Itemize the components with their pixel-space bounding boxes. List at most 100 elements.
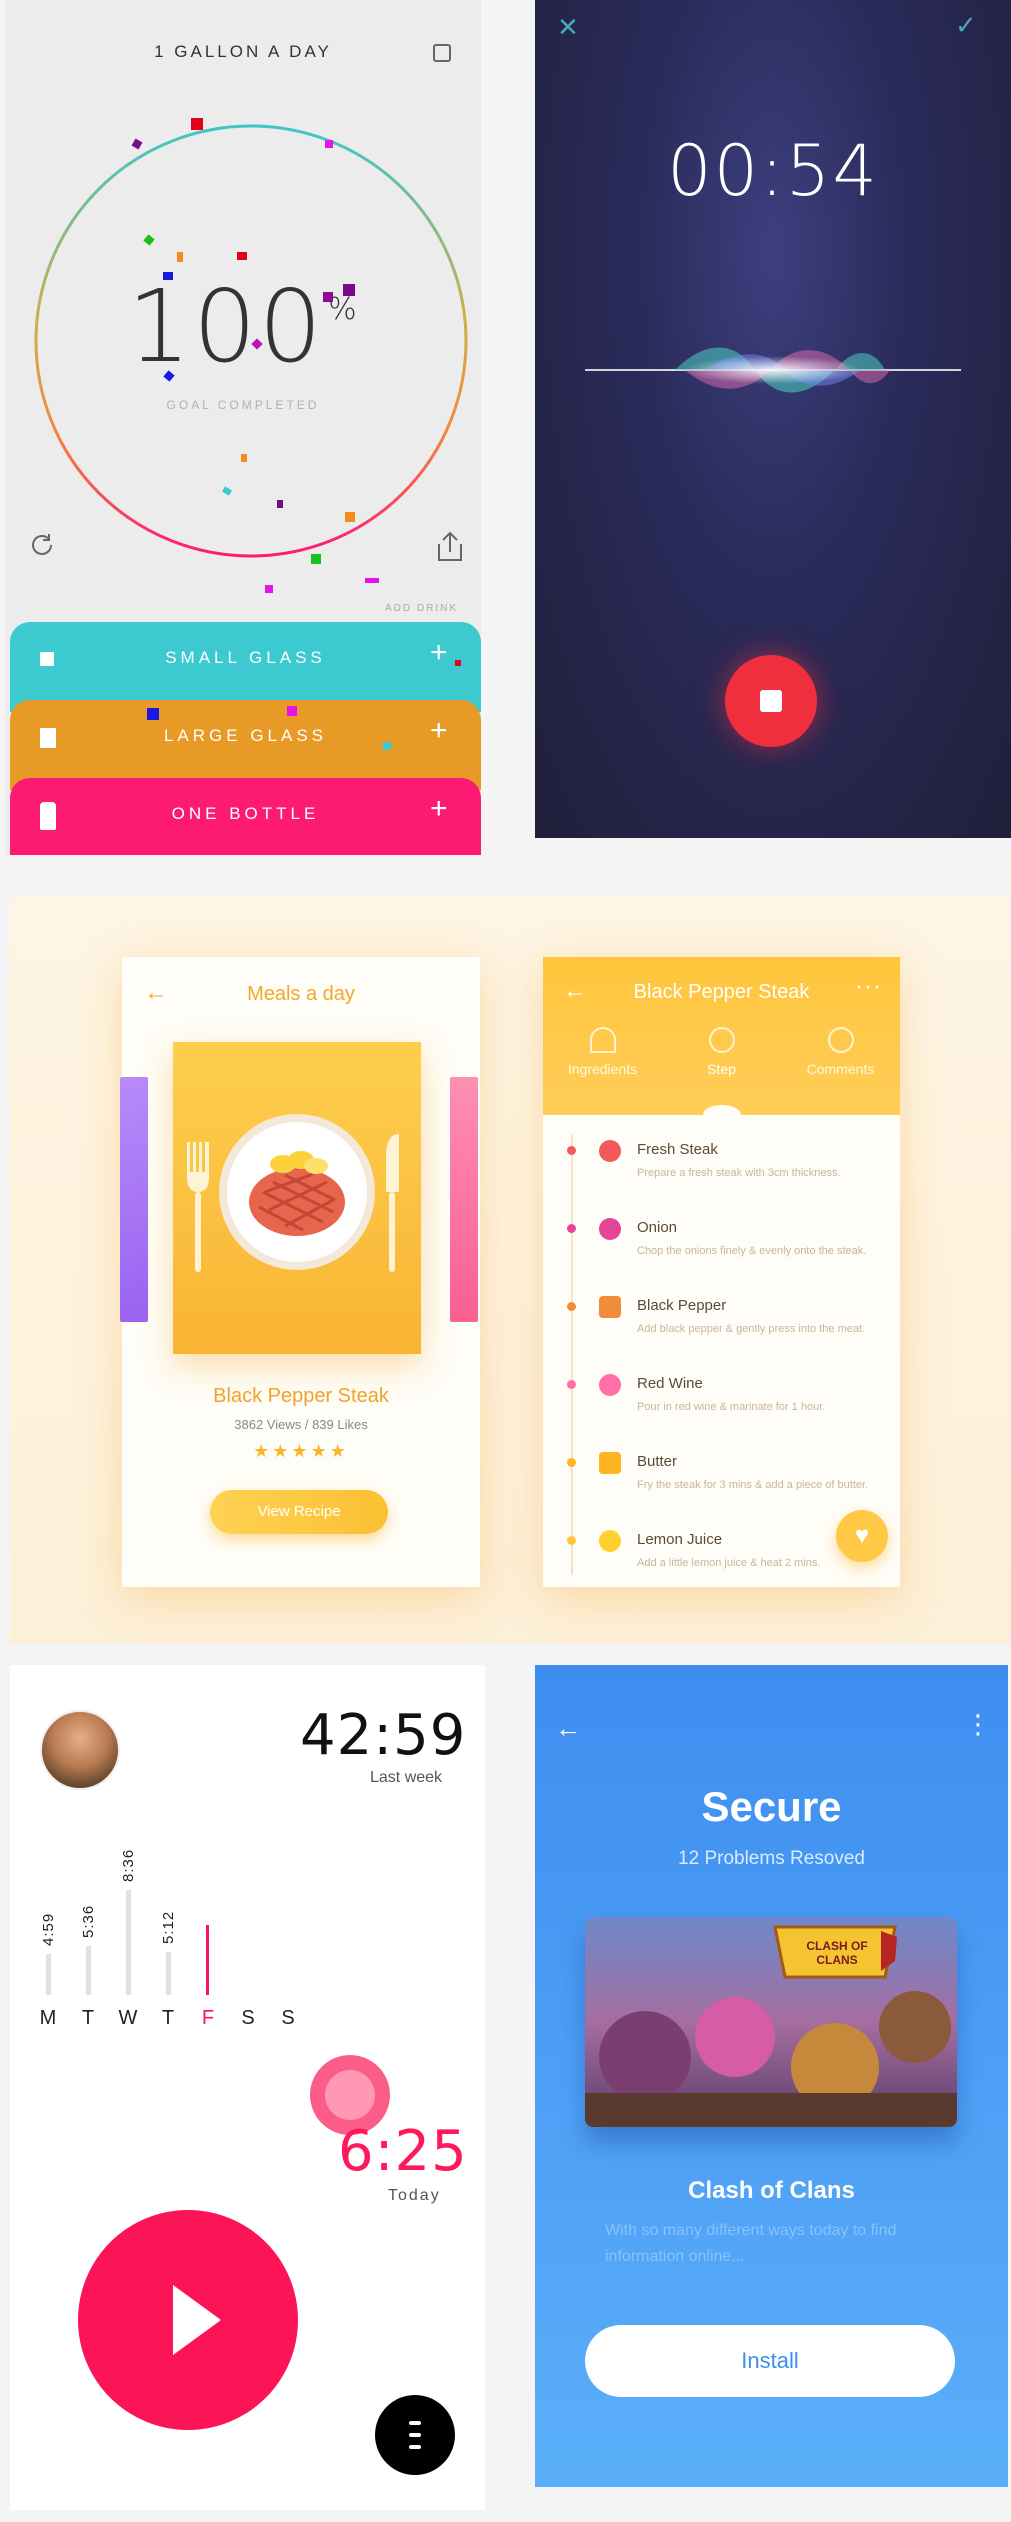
step-description: Fry the steak for 3 mins & add a piece o… bbox=[637, 1479, 869, 1491]
drink-one-bottle[interactable]: ONE BOTTLE + bbox=[10, 778, 481, 855]
confetti bbox=[383, 742, 391, 750]
day-bar-value: 5:36 bbox=[80, 1904, 97, 1938]
dish-name: Black Pepper Steak bbox=[213, 1385, 389, 1407]
play-button[interactable] bbox=[78, 2210, 298, 2430]
add-large-glass-button[interactable]: + bbox=[430, 714, 448, 748]
confetti bbox=[237, 252, 247, 260]
day-label[interactable]: S bbox=[273, 2007, 303, 2030]
recipe-detail-card: ← Black Pepper Steak ··· Ingredients Ste… bbox=[543, 957, 900, 1587]
confetti bbox=[277, 500, 283, 508]
recording-timer: 00:54 bbox=[667, 130, 879, 212]
onion-icon bbox=[599, 1218, 621, 1240]
steak-icon bbox=[599, 1140, 621, 1162]
knob-inner bbox=[325, 2070, 375, 2120]
confetti bbox=[163, 272, 173, 280]
secure-app-screen: ← ⋮ Secure 12 Problems Resoved CLASH OF … bbox=[535, 1665, 1008, 2487]
timeline-dot bbox=[567, 1224, 576, 1233]
wine-icon bbox=[599, 1374, 621, 1396]
day-bar-value: 8:36 bbox=[120, 1848, 137, 1882]
timeline-dot bbox=[567, 1458, 576, 1467]
confetti bbox=[325, 140, 333, 148]
add-small-glass-button[interactable]: + bbox=[430, 636, 448, 670]
stop-icon bbox=[760, 690, 782, 712]
favorite-heart-button[interactable]: ♥ bbox=[836, 1510, 888, 1562]
step-item[interactable]: Butter Fry the steak for 3 mins & add a … bbox=[543, 1447, 900, 1525]
step-item[interactable]: Fresh Steak Prepare a fresh steak with 3… bbox=[543, 1135, 900, 1213]
menu-button[interactable] bbox=[375, 2395, 455, 2475]
day-label[interactable]: W bbox=[113, 2007, 143, 2030]
more-options-icon[interactable]: ··· bbox=[855, 973, 882, 1001]
step-item[interactable]: Black Pepper Add black pepper & gently p… bbox=[543, 1291, 900, 1369]
day-bar[interactable] bbox=[46, 1954, 51, 1995]
rating-stars: ★★★★★ bbox=[253, 1441, 349, 1461]
day-label[interactable]: T bbox=[153, 2007, 183, 2030]
activity-tracker-screen: 42:59 Last week 4:59 M 5:36 T 8:36 W 5:12 T F S S … bbox=[10, 1665, 485, 2510]
step-description: Add a little lemon juice & heat 2 mins. bbox=[637, 1557, 821, 1569]
tab-comments[interactable]: Comments bbox=[781, 1027, 900, 1077]
confetti bbox=[311, 554, 321, 564]
screen-title: Secure bbox=[701, 1783, 842, 1830]
more-options-icon[interactable]: ⋮ bbox=[965, 1709, 991, 1740]
problems-status: 12 Problems Resoved bbox=[678, 1848, 865, 1869]
close-icon[interactable]: ✕ bbox=[557, 12, 579, 43]
game-banner-image[interactable]: CLASH OF CLANS bbox=[585, 1917, 957, 2127]
confirm-icon[interactable]: ✓ bbox=[955, 10, 977, 41]
water-tracker-screen: 1 GALLON A DAY 100% GOAL COMPLETED ADD D… bbox=[5, 0, 481, 855]
timeline-dot bbox=[567, 1146, 576, 1155]
today-value: 6:25 bbox=[338, 2119, 468, 2184]
prev-card-peek[interactable] bbox=[120, 1077, 148, 1322]
menu-icon bbox=[409, 2445, 421, 2449]
day-label[interactable]: F bbox=[193, 2007, 223, 2030]
back-arrow-icon[interactable]: ← bbox=[555, 1713, 581, 1744]
confetti bbox=[147, 708, 159, 720]
step-item[interactable]: Onion Chop the onions finely & evenly on… bbox=[543, 1213, 900, 1291]
goal-label: GOAL COMPLETED bbox=[166, 398, 320, 412]
butter-icon bbox=[599, 1452, 621, 1474]
step-description: Add black pepper & gently press into the… bbox=[637, 1323, 866, 1335]
day-bar[interactable] bbox=[86, 1946, 91, 1995]
settings-square-icon[interactable] bbox=[433, 44, 451, 62]
confetti bbox=[365, 578, 379, 583]
confetti bbox=[241, 454, 247, 462]
drink-label: SMALL GLASS bbox=[165, 648, 326, 667]
menu-icon bbox=[409, 2421, 421, 2425]
lemon-icon bbox=[599, 1530, 621, 1552]
drink-small-glass[interactable]: SMALL GLASS + bbox=[10, 622, 481, 712]
clock-icon bbox=[708, 1027, 735, 1053]
confetti bbox=[191, 118, 203, 130]
step-name: Onion bbox=[637, 1219, 678, 1236]
install-button[interactable]: Install bbox=[585, 2325, 955, 2397]
step-description: Prepare a fresh steak with 3cm thickness… bbox=[637, 1167, 841, 1179]
meals-title: Meals a day bbox=[247, 983, 355, 1005]
drink-large-glass[interactable]: LARGE GLASS + bbox=[10, 700, 481, 790]
step-item[interactable]: Red Wine Pour in red wine & marinate for… bbox=[543, 1369, 900, 1447]
drink-label: ONE BOTTLE bbox=[171, 804, 320, 823]
timeline-dot bbox=[567, 1380, 576, 1389]
share-icon[interactable] bbox=[435, 530, 465, 564]
pepper-icon bbox=[599, 1296, 621, 1318]
comment-icon bbox=[827, 1027, 854, 1053]
play-icon bbox=[173, 2285, 221, 2355]
stop-recording-button[interactable] bbox=[725, 655, 817, 747]
confetti bbox=[287, 706, 297, 716]
app-description: With so many different ways today to fin… bbox=[605, 2222, 897, 2265]
day-label[interactable]: S bbox=[233, 2007, 263, 2030]
day-bar[interactable] bbox=[166, 1951, 171, 1995]
view-recipe-button[interactable]: View Recipe bbox=[210, 1490, 388, 1534]
app-name: Clash of Clans bbox=[688, 2177, 855, 2204]
day-bar[interactable] bbox=[206, 1925, 209, 1995]
step-name: Black Pepper bbox=[637, 1297, 727, 1314]
dish-image[interactable] bbox=[173, 1042, 421, 1354]
day-label[interactable]: T bbox=[73, 2007, 103, 2030]
next-card-peek[interactable] bbox=[450, 1077, 478, 1322]
cloche-icon bbox=[589, 1027, 616, 1053]
day-label[interactable]: M bbox=[33, 2007, 63, 2030]
tab-ingredients[interactable]: Ingredients bbox=[543, 1027, 662, 1077]
add-bottle-button[interactable]: + bbox=[430, 792, 448, 826]
refresh-icon[interactable] bbox=[27, 530, 57, 560]
confetti bbox=[343, 284, 355, 296]
step-name: Red Wine bbox=[637, 1375, 703, 1392]
day-bar[interactable] bbox=[126, 1890, 131, 1995]
day-bar-value: 5:12 bbox=[160, 1910, 177, 1944]
tab-step[interactable]: Step bbox=[662, 1027, 781, 1077]
